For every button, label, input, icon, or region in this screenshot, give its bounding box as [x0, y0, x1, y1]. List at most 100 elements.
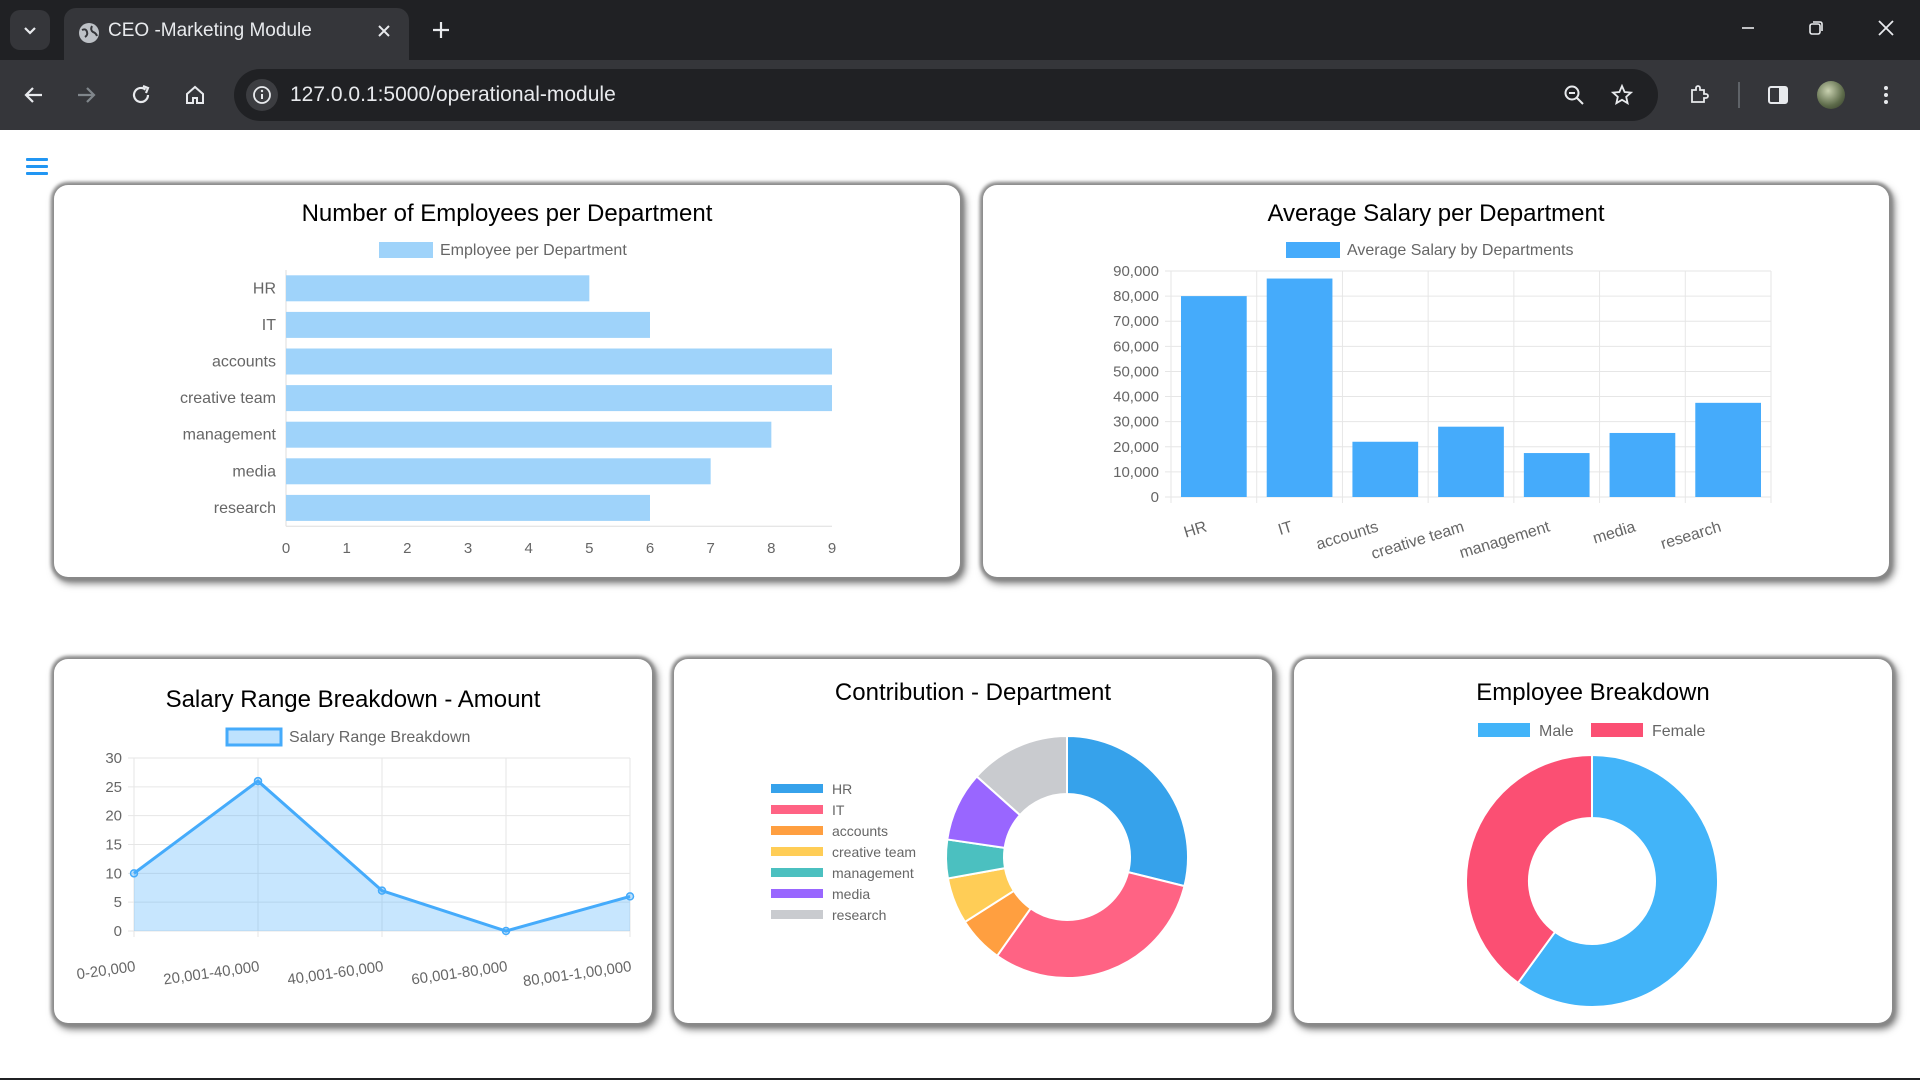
- legend-swatch: [771, 847, 823, 856]
- doughnut-slice: [995, 870, 1186, 979]
- employee-breakdown-chart-card: Employee Breakdown Male Female: [1294, 659, 1892, 1023]
- y-tick-label: 90,000: [1113, 263, 1159, 280]
- x-tick-label: 3: [464, 540, 472, 557]
- bar: [286, 275, 590, 302]
- more-vertical-icon: [1884, 86, 1888, 104]
- browser-tab-bar: CEO -Marketing Module: [0, 0, 1920, 60]
- toolbar-divider: [1738, 82, 1740, 108]
- y-tick-label: 0: [114, 923, 122, 940]
- legend-label: HR: [832, 781, 852, 797]
- zoom-button[interactable]: [1558, 79, 1590, 111]
- legend-label: Employee per Department: [440, 242, 627, 259]
- restore-button[interactable]: [1792, 8, 1840, 48]
- back-button[interactable]: [14, 75, 54, 115]
- site-info-button[interactable]: [246, 79, 278, 111]
- bar: [286, 348, 832, 375]
- legend-label: creative team: [832, 844, 916, 860]
- close-icon: [1878, 20, 1894, 36]
- side-panel-button[interactable]: [1758, 75, 1798, 115]
- legend-label: accounts: [832, 823, 888, 839]
- puzzle-icon: [1691, 85, 1709, 103]
- star-icon: [1611, 84, 1633, 106]
- category-label: management: [183, 427, 277, 444]
- y-tick-label: 60,000: [1113, 338, 1159, 355]
- legend-swatch: [225, 727, 283, 747]
- y-tick-label: 30: [105, 750, 122, 767]
- legend-swatch: [771, 910, 823, 919]
- minimize-icon: [1742, 27, 1754, 29]
- restore-icon: [1809, 21, 1823, 35]
- category-label: HR: [1182, 519, 1209, 542]
- browser-menu-button[interactable]: [1866, 75, 1906, 115]
- tab-search-button[interactable]: [10, 10, 50, 50]
- category-label: creative team: [1369, 519, 1466, 563]
- reload-button[interactable]: [121, 75, 161, 115]
- x-tick-label: 0: [282, 540, 290, 557]
- legend-swatch: [771, 868, 823, 877]
- address-bar[interactable]: 127.0.0.1:5000/operational-module: [234, 69, 1658, 121]
- legend-swatch: [1478, 723, 1530, 737]
- y-tick-label: 40,000: [1113, 389, 1159, 406]
- category-label: 80,001-1,00,000: [522, 958, 633, 990]
- category-label: IT: [262, 317, 276, 334]
- minimize-button[interactable]: [1724, 8, 1772, 48]
- chevron-down-icon: [24, 27, 36, 35]
- arrow-left-icon: [24, 87, 42, 103]
- employees-bar-chart: Employee per Department HR IT accounts creat…: [180, 242, 836, 557]
- y-tick-label: 25: [105, 779, 122, 796]
- legend-swatch: [771, 805, 823, 814]
- y-tick-label: 10: [105, 865, 122, 882]
- data-point: [253, 776, 263, 786]
- legend-swatch: [771, 784, 823, 793]
- bookmark-button[interactable]: [1606, 79, 1638, 111]
- bar: [1523, 453, 1590, 497]
- category-label: media: [1591, 519, 1638, 548]
- x-tick-label: 2: [403, 540, 411, 557]
- legend-swatch: [771, 826, 823, 835]
- globe-icon: [79, 23, 99, 43]
- close-tab-icon[interactable]: [369, 16, 399, 46]
- employees-chart-card: Number of Employees per Department Emplo…: [54, 185, 960, 577]
- close-window-button[interactable]: [1862, 8, 1910, 48]
- category-label: HR: [253, 280, 276, 297]
- legend-label: media: [832, 886, 870, 902]
- category-label: research: [214, 500, 276, 517]
- extensions-button[interactable]: [1679, 75, 1719, 115]
- new-tab-button[interactable]: [423, 12, 459, 48]
- browser-tab-active[interactable]: CEO -Marketing Module: [64, 8, 409, 60]
- salary-range-area-chart: Salary Range Breakdown 0 5 10 15 20 25 30 0-20,0…: [76, 727, 635, 990]
- legend-label: IT: [832, 802, 845, 818]
- salary-range-chart-card: Salary Range Breakdown - Amount Salary R…: [54, 659, 652, 1023]
- category-label: 20,001-40,000: [162, 958, 260, 988]
- y-tick-label: 20: [105, 808, 122, 825]
- legend-label: management: [832, 865, 914, 881]
- hamburger-menu-icon[interactable]: [26, 158, 48, 178]
- y-tick-label: 5: [114, 894, 122, 911]
- forward-button[interactable]: [66, 75, 106, 115]
- y-tick-label: 50,000: [1113, 363, 1159, 380]
- bar: [286, 458, 711, 485]
- home-icon: [186, 85, 204, 104]
- info-icon: [253, 86, 271, 104]
- legend-label: Female: [1652, 723, 1705, 740]
- bar: [286, 311, 650, 338]
- x-tick-label: 1: [342, 540, 350, 557]
- bar: [1352, 441, 1419, 497]
- y-tick-label: 15: [105, 837, 122, 854]
- category-label: IT: [1276, 519, 1295, 539]
- side-panel-icon: [1768, 86, 1788, 104]
- tab-title: CEO -Marketing Module: [108, 20, 312, 41]
- category-label: media: [232, 463, 276, 480]
- bar: [1266, 278, 1333, 497]
- bar: [1609, 432, 1676, 497]
- legend-swatch: [771, 889, 823, 898]
- profile-avatar[interactable]: [1817, 81, 1845, 109]
- url-text[interactable]: 127.0.0.1:5000/operational-module: [290, 83, 616, 107]
- y-tick-label: 0: [1151, 489, 1159, 506]
- category-label: creative team: [180, 390, 276, 407]
- doughnut-slice: [1066, 734, 1189, 888]
- home-button[interactable]: [175, 75, 215, 115]
- bar: [1181, 296, 1247, 497]
- legend-label: Salary Range Breakdown: [289, 729, 470, 746]
- x-tick-label: 6: [646, 540, 654, 557]
